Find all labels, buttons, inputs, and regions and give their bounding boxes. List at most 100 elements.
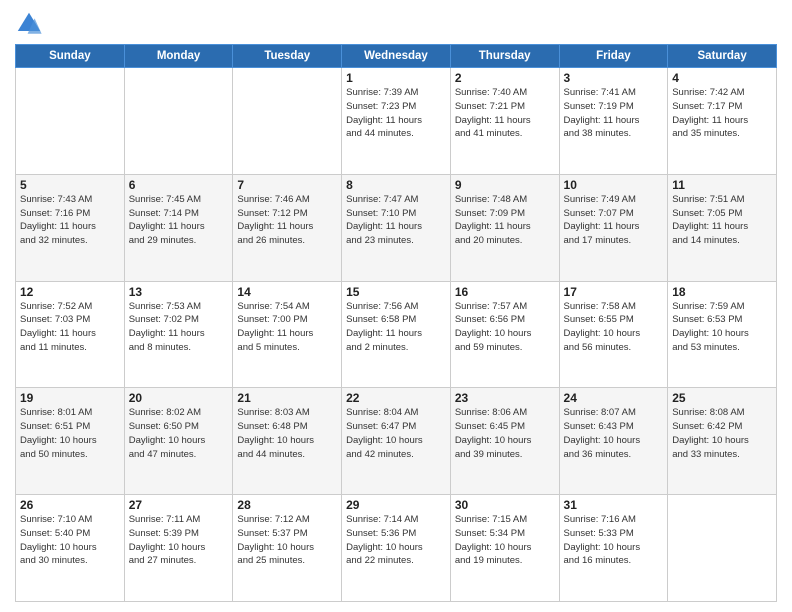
- day-number: 29: [346, 498, 446, 512]
- weekday-header: Wednesday: [342, 45, 451, 68]
- day-info: Sunrise: 8:08 AM Sunset: 6:42 PM Dayligh…: [672, 406, 772, 461]
- day-number: 17: [564, 285, 664, 299]
- calendar-cell: 28Sunrise: 7:12 AM Sunset: 5:37 PM Dayli…: [233, 495, 342, 602]
- day-number: 19: [20, 391, 120, 405]
- day-info: Sunrise: 7:41 AM Sunset: 7:19 PM Dayligh…: [564, 86, 664, 141]
- calendar-cell: 12Sunrise: 7:52 AM Sunset: 7:03 PM Dayli…: [16, 281, 125, 388]
- day-info: Sunrise: 8:01 AM Sunset: 6:51 PM Dayligh…: [20, 406, 120, 461]
- day-info: Sunrise: 7:49 AM Sunset: 7:07 PM Dayligh…: [564, 193, 664, 248]
- day-number: 12: [20, 285, 120, 299]
- day-info: Sunrise: 7:43 AM Sunset: 7:16 PM Dayligh…: [20, 193, 120, 248]
- page: SundayMondayTuesdayWednesdayThursdayFrid…: [0, 0, 792, 612]
- day-info: Sunrise: 7:54 AM Sunset: 7:00 PM Dayligh…: [237, 300, 337, 355]
- weekday-header: Tuesday: [233, 45, 342, 68]
- day-number: 21: [237, 391, 337, 405]
- calendar-cell: 4Sunrise: 7:42 AM Sunset: 7:17 PM Daylig…: [668, 68, 777, 175]
- calendar-cell: 8Sunrise: 7:47 AM Sunset: 7:10 PM Daylig…: [342, 174, 451, 281]
- day-number: 31: [564, 498, 664, 512]
- calendar-week-row: 12Sunrise: 7:52 AM Sunset: 7:03 PM Dayli…: [16, 281, 777, 388]
- day-number: 14: [237, 285, 337, 299]
- calendar-cell: 26Sunrise: 7:10 AM Sunset: 5:40 PM Dayli…: [16, 495, 125, 602]
- day-info: Sunrise: 7:48 AM Sunset: 7:09 PM Dayligh…: [455, 193, 555, 248]
- calendar-cell: 17Sunrise: 7:58 AM Sunset: 6:55 PM Dayli…: [559, 281, 668, 388]
- calendar-cell: 16Sunrise: 7:57 AM Sunset: 6:56 PM Dayli…: [450, 281, 559, 388]
- day-info: Sunrise: 7:40 AM Sunset: 7:21 PM Dayligh…: [455, 86, 555, 141]
- calendar-cell: 30Sunrise: 7:15 AM Sunset: 5:34 PM Dayli…: [450, 495, 559, 602]
- day-info: Sunrise: 7:12 AM Sunset: 5:37 PM Dayligh…: [237, 513, 337, 568]
- day-info: Sunrise: 7:51 AM Sunset: 7:05 PM Dayligh…: [672, 193, 772, 248]
- calendar-cell: 25Sunrise: 8:08 AM Sunset: 6:42 PM Dayli…: [668, 388, 777, 495]
- weekday-header: Friday: [559, 45, 668, 68]
- day-info: Sunrise: 8:07 AM Sunset: 6:43 PM Dayligh…: [564, 406, 664, 461]
- day-number: 6: [129, 178, 229, 192]
- day-number: 13: [129, 285, 229, 299]
- day-info: Sunrise: 8:03 AM Sunset: 6:48 PM Dayligh…: [237, 406, 337, 461]
- logo-icon: [15, 10, 43, 38]
- day-info: Sunrise: 7:58 AM Sunset: 6:55 PM Dayligh…: [564, 300, 664, 355]
- calendar-cell: 14Sunrise: 7:54 AM Sunset: 7:00 PM Dayli…: [233, 281, 342, 388]
- day-number: 4: [672, 71, 772, 85]
- calendar-week-row: 1Sunrise: 7:39 AM Sunset: 7:23 PM Daylig…: [16, 68, 777, 175]
- weekday-header: Sunday: [16, 45, 125, 68]
- calendar-cell: 20Sunrise: 8:02 AM Sunset: 6:50 PM Dayli…: [124, 388, 233, 495]
- day-info: Sunrise: 7:57 AM Sunset: 6:56 PM Dayligh…: [455, 300, 555, 355]
- calendar-cell: 7Sunrise: 7:46 AM Sunset: 7:12 PM Daylig…: [233, 174, 342, 281]
- day-info: Sunrise: 7:10 AM Sunset: 5:40 PM Dayligh…: [20, 513, 120, 568]
- day-info: Sunrise: 7:14 AM Sunset: 5:36 PM Dayligh…: [346, 513, 446, 568]
- day-info: Sunrise: 7:39 AM Sunset: 7:23 PM Dayligh…: [346, 86, 446, 141]
- day-info: Sunrise: 8:02 AM Sunset: 6:50 PM Dayligh…: [129, 406, 229, 461]
- calendar-cell: 15Sunrise: 7:56 AM Sunset: 6:58 PM Dayli…: [342, 281, 451, 388]
- day-number: 25: [672, 391, 772, 405]
- day-info: Sunrise: 7:52 AM Sunset: 7:03 PM Dayligh…: [20, 300, 120, 355]
- day-info: Sunrise: 7:46 AM Sunset: 7:12 PM Dayligh…: [237, 193, 337, 248]
- calendar-cell: 3Sunrise: 7:41 AM Sunset: 7:19 PM Daylig…: [559, 68, 668, 175]
- header: [15, 10, 777, 38]
- calendar-cell: 13Sunrise: 7:53 AM Sunset: 7:02 PM Dayli…: [124, 281, 233, 388]
- calendar-week-row: 5Sunrise: 7:43 AM Sunset: 7:16 PM Daylig…: [16, 174, 777, 281]
- day-info: Sunrise: 7:15 AM Sunset: 5:34 PM Dayligh…: [455, 513, 555, 568]
- day-info: Sunrise: 7:42 AM Sunset: 7:17 PM Dayligh…: [672, 86, 772, 141]
- day-info: Sunrise: 7:56 AM Sunset: 6:58 PM Dayligh…: [346, 300, 446, 355]
- calendar-cell: 21Sunrise: 8:03 AM Sunset: 6:48 PM Dayli…: [233, 388, 342, 495]
- calendar-cell: [16, 68, 125, 175]
- calendar-cell: 24Sunrise: 8:07 AM Sunset: 6:43 PM Dayli…: [559, 388, 668, 495]
- logo: [15, 10, 47, 38]
- day-info: Sunrise: 8:06 AM Sunset: 6:45 PM Dayligh…: [455, 406, 555, 461]
- day-number: 7: [237, 178, 337, 192]
- calendar-cell: 1Sunrise: 7:39 AM Sunset: 7:23 PM Daylig…: [342, 68, 451, 175]
- day-number: 10: [564, 178, 664, 192]
- calendar-table: SundayMondayTuesdayWednesdayThursdayFrid…: [15, 44, 777, 602]
- day-info: Sunrise: 8:04 AM Sunset: 6:47 PM Dayligh…: [346, 406, 446, 461]
- day-info: Sunrise: 7:53 AM Sunset: 7:02 PM Dayligh…: [129, 300, 229, 355]
- weekday-header: Saturday: [668, 45, 777, 68]
- day-number: 24: [564, 391, 664, 405]
- day-info: Sunrise: 7:16 AM Sunset: 5:33 PM Dayligh…: [564, 513, 664, 568]
- calendar-cell: 9Sunrise: 7:48 AM Sunset: 7:09 PM Daylig…: [450, 174, 559, 281]
- day-number: 23: [455, 391, 555, 405]
- calendar-cell: [124, 68, 233, 175]
- calendar-cell: 31Sunrise: 7:16 AM Sunset: 5:33 PM Dayli…: [559, 495, 668, 602]
- day-number: 30: [455, 498, 555, 512]
- calendar-cell: 5Sunrise: 7:43 AM Sunset: 7:16 PM Daylig…: [16, 174, 125, 281]
- day-number: 2: [455, 71, 555, 85]
- day-info: Sunrise: 7:59 AM Sunset: 6:53 PM Dayligh…: [672, 300, 772, 355]
- calendar-cell: 6Sunrise: 7:45 AM Sunset: 7:14 PM Daylig…: [124, 174, 233, 281]
- day-number: 20: [129, 391, 229, 405]
- calendar-cell: 2Sunrise: 7:40 AM Sunset: 7:21 PM Daylig…: [450, 68, 559, 175]
- calendar-header-row: SundayMondayTuesdayWednesdayThursdayFrid…: [16, 45, 777, 68]
- day-number: 1: [346, 71, 446, 85]
- day-info: Sunrise: 7:47 AM Sunset: 7:10 PM Dayligh…: [346, 193, 446, 248]
- calendar-cell: [668, 495, 777, 602]
- calendar-cell: 29Sunrise: 7:14 AM Sunset: 5:36 PM Dayli…: [342, 495, 451, 602]
- calendar-week-row: 19Sunrise: 8:01 AM Sunset: 6:51 PM Dayli…: [16, 388, 777, 495]
- day-number: 8: [346, 178, 446, 192]
- day-number: 11: [672, 178, 772, 192]
- calendar-cell: 11Sunrise: 7:51 AM Sunset: 7:05 PM Dayli…: [668, 174, 777, 281]
- calendar-cell: 19Sunrise: 8:01 AM Sunset: 6:51 PM Dayli…: [16, 388, 125, 495]
- day-info: Sunrise: 7:11 AM Sunset: 5:39 PM Dayligh…: [129, 513, 229, 568]
- day-number: 22: [346, 391, 446, 405]
- calendar-cell: 23Sunrise: 8:06 AM Sunset: 6:45 PM Dayli…: [450, 388, 559, 495]
- calendar-cell: [233, 68, 342, 175]
- day-number: 27: [129, 498, 229, 512]
- day-number: 16: [455, 285, 555, 299]
